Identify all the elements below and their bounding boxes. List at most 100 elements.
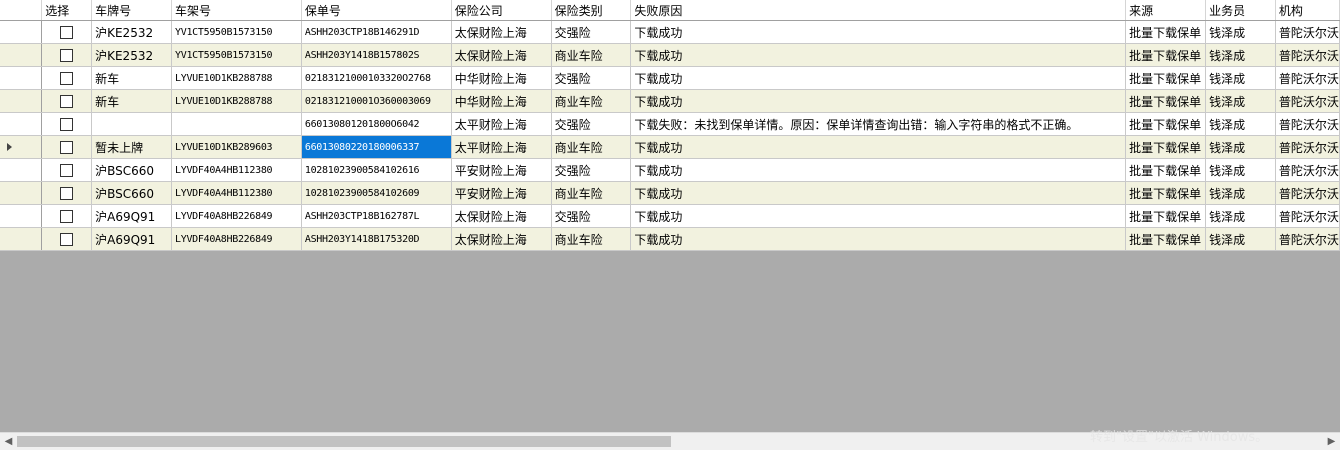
column-header-org[interactable]: 机构 — [1275, 0, 1340, 21]
scrollbar-thumb[interactable] — [17, 436, 671, 447]
cell-vin[interactable]: LYVUE10D1KB288788 — [171, 66, 302, 90]
cell-org[interactable]: 普陀沃尔沃 — [1275, 89, 1340, 113]
table-row[interactable]: 新车 LYVUE10D1KB288788 02183121000103320O276… — [0, 66, 1340, 90]
select-cell[interactable] — [41, 66, 93, 90]
cell-category[interactable]: 交强险 — [551, 112, 632, 136]
cell-company[interactable]: 中华财险上海 — [451, 89, 552, 113]
row-header[interactable] — [0, 227, 43, 251]
cell-company[interactable]: 太保财险上海 — [451, 20, 552, 44]
table-row[interactable]: 沪BSC660 LYVDF40A4HB112380 1028102390058410… — [0, 181, 1340, 205]
cell-plate[interactable]: 暂未上牌 — [91, 135, 173, 159]
cell-category[interactable]: 交强险 — [551, 158, 632, 182]
cell-source[interactable]: 批量下载保单 — [1125, 89, 1207, 113]
cell-agent[interactable]: 钱泽成 — [1205, 66, 1276, 90]
table-row[interactable]: 沪BSC660 LYVDF40A4HB112380 1028102390058410… — [0, 158, 1340, 182]
cell-source[interactable]: 批量下载保单 — [1125, 227, 1207, 251]
table-row[interactable]: 沪KE2532 YV1CT5950B1573150 ASHH203CTP18B146… — [0, 20, 1340, 44]
column-header-agent[interactable]: 业务员 — [1205, 0, 1276, 21]
select-checkbox[interactable] — [60, 141, 74, 154]
cell-org[interactable]: 普陀沃尔沃 — [1275, 227, 1340, 251]
select-checkbox[interactable] — [60, 210, 74, 223]
cell-agent[interactable]: 钱泽成 — [1205, 158, 1276, 182]
select-checkbox[interactable] — [60, 187, 74, 200]
cell-category[interactable]: 交强险 — [551, 204, 632, 228]
cell-category[interactable]: 商业车险 — [551, 89, 632, 113]
column-header-company[interactable]: 保险公司 — [451, 0, 552, 21]
column-header-policy[interactable]: 保单号 — [301, 0, 452, 21]
select-checkbox[interactable] — [60, 72, 74, 85]
cell-org[interactable]: 普陀沃尔沃 — [1275, 135, 1340, 159]
select-checkbox[interactable] — [60, 26, 74, 39]
cell-agent[interactable]: 钱泽成 — [1205, 89, 1276, 113]
cell-company[interactable]: 太保财险上海 — [451, 227, 552, 251]
select-cell[interactable] — [41, 158, 93, 182]
cell-agent[interactable]: 钱泽成 — [1205, 181, 1276, 205]
table-row[interactable]: 沪KE2532 YV1CT5950B1573150 ASHH203Y1418B157… — [0, 43, 1340, 67]
cell-reason[interactable]: 下载成功 — [630, 135, 1127, 159]
cell-reason[interactable]: 下载成功 — [630, 204, 1127, 228]
select-checkbox[interactable] — [60, 164, 74, 177]
cell-plate[interactable]: 沪A69Q91 — [91, 204, 173, 228]
cell-company[interactable]: 中华财险上海 — [451, 66, 552, 90]
cell-company[interactable]: 太平财险上海 — [451, 135, 552, 159]
cell-category[interactable]: 商业车险 — [551, 227, 632, 251]
table-row[interactable]: 暂未上牌 LYVUE10D1KB289603 6601308022018000633… — [0, 135, 1340, 159]
scroll-left-arrow-icon[interactable]: ◀ — [0, 433, 17, 450]
cell-agent[interactable]: 钱泽成 — [1205, 43, 1276, 67]
row-header[interactable] — [0, 66, 43, 90]
cell-vin[interactable]: LYVDF40A8HB226849 — [171, 227, 302, 251]
cell-plate[interactable]: 沪KE2532 — [91, 20, 173, 44]
cell-agent[interactable]: 钱泽成 — [1205, 227, 1276, 251]
cell-plate[interactable]: 新车 — [91, 66, 173, 90]
cell-reason[interactable]: 下载成功 — [630, 20, 1127, 44]
table-row[interactable]: 新车 LYVUE10D1KB288788 021831210001O36000306… — [0, 89, 1340, 113]
cell-org[interactable]: 普陀沃尔沃 — [1275, 158, 1340, 182]
select-cell[interactable] — [41, 227, 93, 251]
cell-agent[interactable]: 钱泽成 — [1205, 20, 1276, 44]
cell-reason[interactable]: 下载成功 — [630, 43, 1127, 67]
cell-agent[interactable]: 钱泽成 — [1205, 112, 1276, 136]
cell-vin[interactable]: LYVDF40A8HB226849 — [171, 204, 302, 228]
cell-vin[interactable] — [171, 112, 302, 136]
cell-vin[interactable]: LYVUE10D1KB289603 — [171, 135, 302, 159]
cell-policy[interactable]: 10281023900584102616 — [301, 158, 452, 182]
select-cell[interactable] — [41, 181, 93, 205]
cell-org[interactable]: 普陀沃尔沃 — [1275, 43, 1340, 67]
select-checkbox[interactable] — [60, 95, 74, 108]
cell-policy[interactable]: ASHH203CTP18B146291D — [301, 20, 452, 44]
cell-source[interactable]: 批量下载保单 — [1125, 20, 1207, 44]
cell-policy[interactable]: 02183121000103320O2768 — [301, 66, 452, 90]
select-cell[interactable] — [41, 135, 93, 159]
select-checkbox[interactable] — [60, 233, 74, 246]
cell-agent[interactable]: 钱泽成 — [1205, 135, 1276, 159]
cell-company[interactable]: 太平财险上海 — [451, 112, 552, 136]
cell-org[interactable]: 普陀沃尔沃 — [1275, 112, 1340, 136]
cell-policy[interactable]: 660130801201800O6042 — [301, 112, 452, 136]
cell-org[interactable]: 普陀沃尔沃 — [1275, 204, 1340, 228]
table-row[interactable]: 沪A69Q91 LYVDF40A8HB226849 ASHH203Y1418B175… — [0, 227, 1340, 251]
cell-org[interactable]: 普陀沃尔沃 — [1275, 20, 1340, 44]
cell-plate[interactable]: 沪A69Q91 — [91, 227, 173, 251]
cell-company[interactable]: 平安财险上海 — [451, 181, 552, 205]
cell-plate[interactable]: 新车 — [91, 89, 173, 113]
select-cell[interactable] — [41, 89, 93, 113]
cell-plate[interactable]: 沪BSC660 — [91, 158, 173, 182]
cell-source[interactable]: 批量下载保单 — [1125, 135, 1207, 159]
scroll-right-arrow-icon[interactable]: ▶ — [1323, 433, 1340, 450]
cell-company[interactable]: 太保财险上海 — [451, 204, 552, 228]
column-header-vin[interactable]: 车架号 — [171, 0, 302, 21]
cell-policy[interactable]: 021831210001O360003069 — [301, 89, 452, 113]
cell-category[interactable]: 商业车险 — [551, 181, 632, 205]
select-cell[interactable] — [41, 112, 93, 136]
cell-reason[interactable]: 下载成功 — [630, 227, 1127, 251]
cell-source[interactable]: 批量下载保单 — [1125, 43, 1207, 67]
cell-company[interactable]: 平安财险上海 — [451, 158, 552, 182]
cell-policy[interactable]: 10281023900584102609 — [301, 181, 452, 205]
cell-source[interactable]: 批量下载保单 — [1125, 204, 1207, 228]
cell-category[interactable]: 交强险 — [551, 66, 632, 90]
cell-company[interactable]: 太保财险上海 — [451, 43, 552, 67]
select-cell[interactable] — [41, 204, 93, 228]
cell-vin[interactable]: LYVDF40A4HB112380 — [171, 158, 302, 182]
row-header[interactable] — [0, 204, 43, 228]
select-cell[interactable] — [41, 43, 93, 67]
